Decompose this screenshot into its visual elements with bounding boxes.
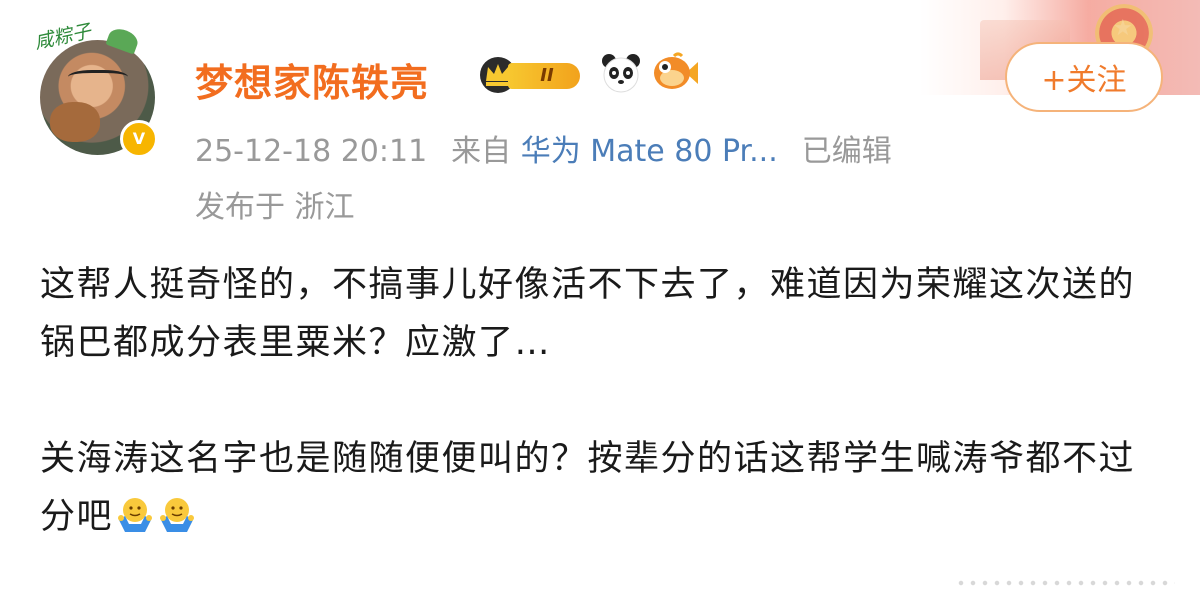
verified-badge-icon: V: [120, 120, 158, 158]
panda-icon[interactable]: [600, 52, 642, 94]
shrug-emoji-icon: [118, 498, 153, 532]
author-avatar[interactable]: 咸粽子 V: [33, 20, 158, 158]
avatar-hand: [50, 102, 100, 142]
fish-icon[interactable]: [652, 52, 700, 94]
device-link[interactable]: 华为 Mate 80 Pr...: [521, 134, 778, 169]
post-paragraph-2: 关海涛这名字也是随随便便叫的？按辈分的话这帮学生喊涛爷都不过分吧: [40, 430, 1170, 546]
post-paragraph-1: 这帮人挺奇怪的，不搞事儿好像活不下去了，难道因为荣耀这次送的锅巴都成分表里粟米？…: [40, 265, 1136, 363]
post-meta: 25-12-18 20:11 来自 华为 Mate 80 Pr... 已编辑: [195, 126, 892, 170]
post-location: 发布于 浙江: [195, 190, 355, 225]
shrug-emoji-icon: [160, 498, 195, 532]
vip-level: II: [508, 63, 580, 89]
follow-button[interactable]: +关注: [1005, 42, 1163, 112]
post-content: 这帮人挺奇怪的，不搞事儿好像活不下去了，难道因为荣耀这次送的锅巴都成分表里粟米？…: [40, 256, 1170, 546]
paragraph-2-text: 关海涛这名字也是随随便便叫的？按辈分的话这帮学生喊涛爷都不过分吧: [40, 439, 1136, 537]
edited-label[interactable]: 已编辑: [802, 134, 892, 169]
source-prefix: 来自: [451, 134, 512, 169]
post-timestamp: 25-12-18 20:11: [195, 134, 428, 169]
scroll-indicator: [955, 578, 1175, 588]
author-name[interactable]: 梦想家陈轶亮: [195, 52, 429, 107]
verified-badge-glyph: V: [132, 129, 146, 148]
vip-badge[interactable]: II: [478, 55, 588, 95]
avatar-glasses: [68, 70, 128, 87]
